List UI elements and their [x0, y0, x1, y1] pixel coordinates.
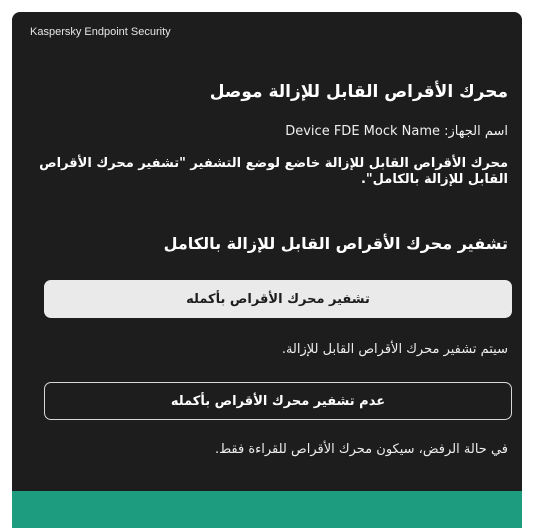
dialog-heading: محرك الأقراص القابل للإزالة موصل — [209, 82, 508, 102]
decline-hint: في حالة الرفض، سيكون محرك الأقراص للقراء… — [214, 442, 508, 457]
decline-encryption-button[interactable]: عدم تشفير محرك الأقراص بأكمله — [44, 382, 512, 420]
encrypt-drive-button[interactable]: تشفير محرك الأقراص بأكمله — [44, 280, 512, 318]
encryption-status-text: محرك الأقراص القابل للإزالة خاضع لوضع ال… — [39, 156, 508, 187]
accent-footer-bar — [12, 491, 522, 528]
section-heading: تشفير محرك الأقراص القابل للإزالة بالكام… — [163, 234, 508, 253]
device-name-line: اسم الجهاز: Device FDE Mock Name — [285, 124, 508, 139]
notification-window: Kaspersky Endpoint Security محرك الأقراص… — [12, 12, 522, 528]
app-title: Kaspersky Endpoint Security — [30, 26, 171, 38]
encrypt-hint: سيتم تشفير محرك الأقراص القابل للإزالة. — [281, 342, 508, 357]
